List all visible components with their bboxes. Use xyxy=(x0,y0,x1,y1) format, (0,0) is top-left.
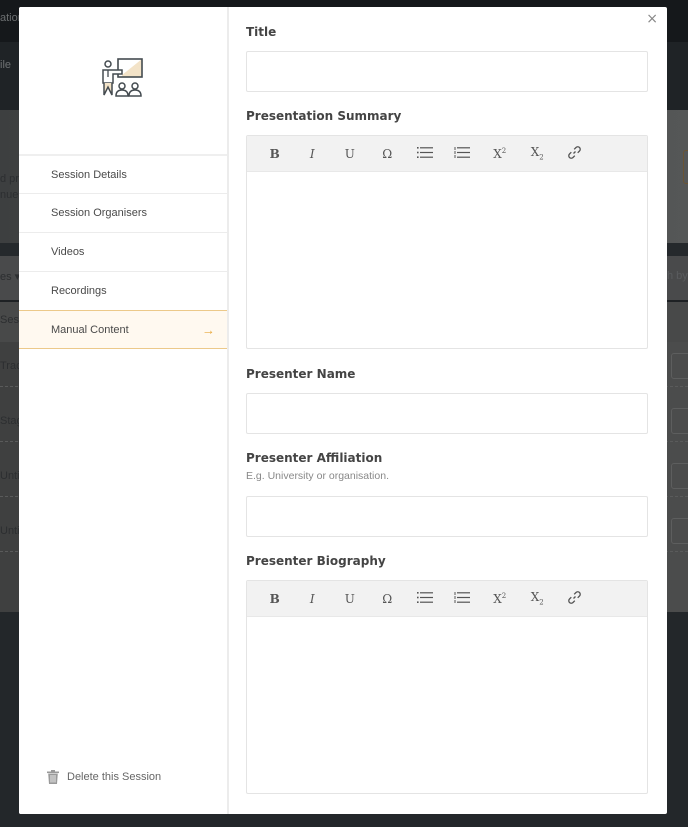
link-button[interactable] xyxy=(556,590,594,607)
special-character-button[interactable]: Ω xyxy=(369,147,407,161)
subscript-button[interactable]: X2 xyxy=(519,145,557,161)
manual-content-form: Title Presentation Summary B I U Ω X2 X2 xyxy=(246,7,667,814)
nav-item-videos[interactable]: Videos xyxy=(19,232,227,271)
special-character-button[interactable]: Ω xyxy=(369,592,407,606)
subscript-icon: 2 xyxy=(539,598,544,607)
presenter-name-label: Presenter Name xyxy=(246,367,356,381)
presentation-summary-label: Presentation Summary xyxy=(246,109,402,123)
bg-fragment: d pr xyxy=(0,173,19,185)
editor-toolbar: B I U Ω X2 X2 xyxy=(247,581,647,617)
numbered-list-icon xyxy=(454,591,471,603)
edit-session-modal: Session Details Session Organisers Video… xyxy=(19,7,667,814)
presenter-affiliation-hint: E.g. University or organisation. xyxy=(246,470,389,482)
underline-button[interactable]: U xyxy=(331,147,369,161)
presentation-summary-editor: B I U Ω X2 X2 xyxy=(246,135,648,349)
session-nav: Session Details Session Organisers Video… xyxy=(19,154,227,349)
modal-sidebar: Session Details Session Organisers Video… xyxy=(19,7,227,814)
italic-button[interactable]: I xyxy=(294,592,332,606)
superscript-glyph: X xyxy=(493,146,502,161)
bulleted-list-button[interactable] xyxy=(406,591,444,606)
bold-button[interactable]: B xyxy=(256,147,294,161)
bg-fragment: h by xyxy=(667,270,688,282)
nav-item-label: Session Organisers xyxy=(51,207,147,219)
presentation-icon xyxy=(102,57,144,99)
superscript-glyph: X xyxy=(493,591,502,606)
nav-item-recordings[interactable]: Recordings xyxy=(19,271,227,310)
bulleted-list-icon xyxy=(416,146,433,158)
presenter-biography-editor: B I U Ω X2 X2 xyxy=(246,580,648,794)
numbered-list-button[interactable] xyxy=(444,591,482,606)
subscript-glyph: X xyxy=(530,590,540,605)
editor-toolbar: B I U Ω X2 X2 xyxy=(247,136,647,172)
nav-item-label: Session Details xyxy=(51,168,127,181)
bulleted-list-icon xyxy=(416,591,433,603)
presenter-affiliation-label: Presenter Affiliation xyxy=(246,451,383,465)
delete-session-label: Delete this Session xyxy=(67,771,162,783)
bg-fragment: Unti xyxy=(0,470,20,482)
bg-row-button xyxy=(671,353,688,379)
bulleted-list-button[interactable] xyxy=(406,146,444,161)
nav-item-session-organisers[interactable]: Session Organisers xyxy=(19,193,227,232)
bg-fragment: ile xyxy=(0,59,12,71)
superscript-icon: 2 xyxy=(501,591,507,600)
delete-session-button[interactable]: Delete this Session xyxy=(47,770,161,784)
nav-item-session-details[interactable]: Session Details xyxy=(19,154,227,193)
superscript-button[interactable]: X2 xyxy=(481,147,519,161)
bg-row-button xyxy=(671,463,688,489)
numbered-list-icon xyxy=(454,146,471,158)
presenter-biography-input[interactable] xyxy=(247,617,647,793)
bg-fragment: es ▾ xyxy=(0,271,21,283)
bg-fragment: Unti xyxy=(0,525,20,537)
numbered-list-button[interactable] xyxy=(444,146,482,161)
title-input[interactable] xyxy=(246,51,648,92)
sidebar-divider xyxy=(227,7,229,814)
bg-row-button xyxy=(671,518,688,544)
trash-icon xyxy=(47,770,59,784)
superscript-icon: 2 xyxy=(501,146,507,155)
superscript-button[interactable]: X2 xyxy=(481,592,519,606)
title-label: Title xyxy=(246,25,277,39)
bg-button xyxy=(683,150,688,184)
italic-button[interactable]: I xyxy=(294,147,332,161)
bg-row-button xyxy=(671,408,688,434)
subscript-icon: 2 xyxy=(539,153,544,162)
nav-item-label: Videos xyxy=(51,246,85,258)
underline-button[interactable]: U xyxy=(331,592,369,606)
presenter-affiliation-input[interactable] xyxy=(246,496,648,537)
bold-button[interactable]: B xyxy=(256,592,294,606)
subscript-glyph: X xyxy=(530,145,540,160)
presenter-name-input[interactable] xyxy=(246,393,648,434)
nav-item-manual-content[interactable]: Manual Content → xyxy=(19,310,227,349)
link-icon xyxy=(568,145,582,159)
nav-item-label: Manual Content xyxy=(51,323,129,336)
arrow-right-icon: → xyxy=(202,322,215,337)
subscript-button[interactable]: X2 xyxy=(519,590,557,606)
link-icon xyxy=(568,590,582,604)
bg-fragment: nue xyxy=(0,189,19,201)
nav-item-label: Recordings xyxy=(51,285,107,297)
presenter-biography-label: Presenter Biography xyxy=(246,554,386,568)
link-button[interactable] xyxy=(556,145,594,162)
presentation-summary-input[interactable] xyxy=(247,172,647,348)
